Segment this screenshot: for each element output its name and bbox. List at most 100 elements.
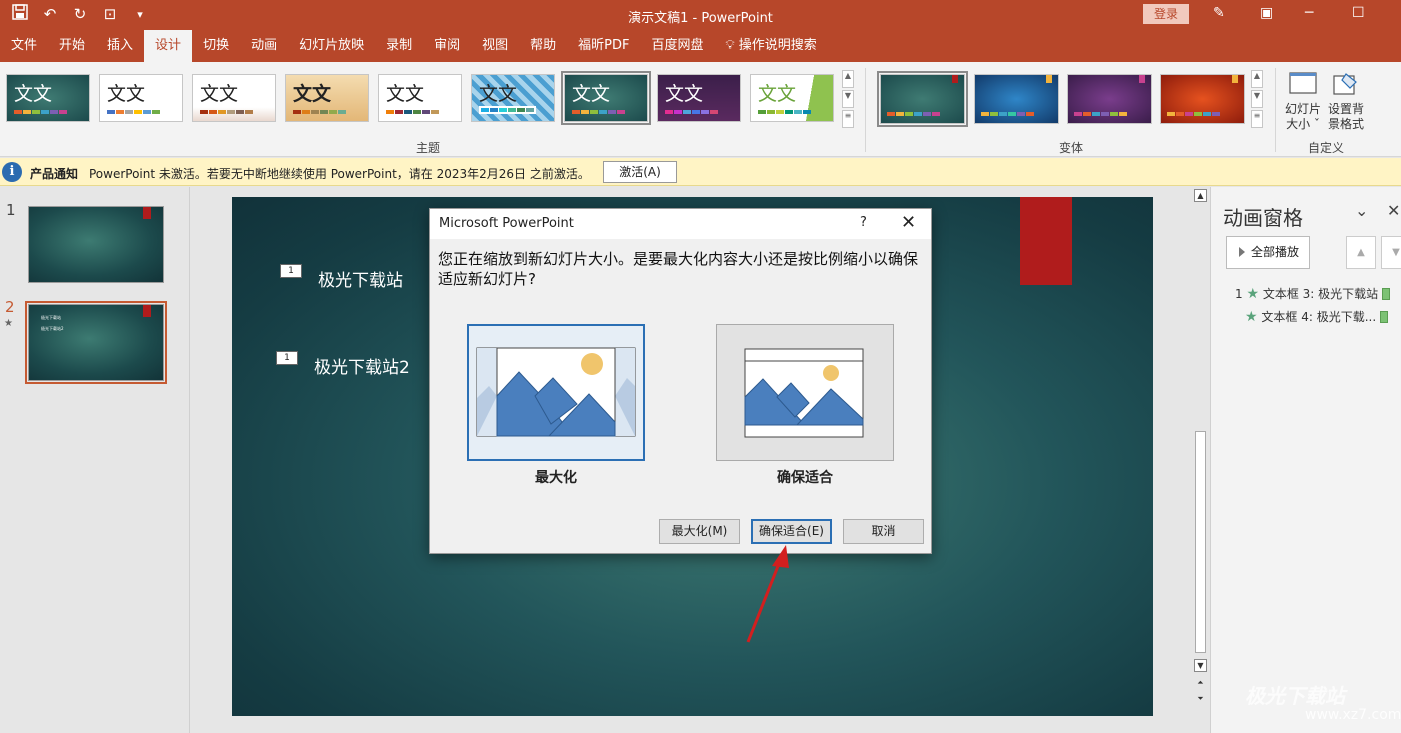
variant-thumbnail[interactable] [1160,74,1245,124]
maximize-icon[interactable]: ☐ [1352,5,1365,21]
notification-bar: i 产品通知 PowerPoint 未激活。若要无中断地继续使用 PowerPo… [0,158,1401,186]
theme-thumbnail[interactable]: 文文 [192,74,276,122]
tab-design[interactable]: 设计 [144,30,193,62]
format-background-icon [1333,73,1357,95]
animation-star-icon: ★ [4,318,13,329]
ensure-fit-option[interactable] [716,324,894,461]
maximize-option-label: 最大化 [535,470,577,486]
tab-animations[interactable]: 动画 [240,30,288,62]
maximize-option[interactable] [467,324,645,461]
variants-scroll-down[interactable]: ▼ [1251,90,1263,108]
login-button[interactable]: 登录 [1143,4,1189,24]
play-all-button[interactable]: 全部播放 [1226,236,1310,269]
ensure-fit-button[interactable]: 确保适合(E) [751,519,832,544]
theme-thumbnail[interactable]: 文文 [750,74,834,122]
scrollbar-thumb[interactable] [1195,431,1206,653]
theme-thumbnail[interactable]: 文文 [378,74,462,122]
info-icon: i [2,162,22,182]
ribbon-tabs: 文件 开始 插入 设计 切换 动画 幻灯片放映 录制 审阅 视图 帮助 福昕PD… [0,30,1401,62]
pane-options-chevron-icon[interactable]: ⌄ [1355,201,1368,220]
entrance-star-icon: ★ [1245,309,1258,325]
scroll-down-icon[interactable]: ▼ [1194,659,1207,672]
ensure-fit-illustration-icon [744,348,864,438]
ensure-fit-option-label: 确保适合 [777,470,833,486]
activate-button[interactable]: 激活(A) [603,161,677,183]
slide-size-button[interactable]: 幻灯片 大小 ˇ [1285,70,1321,132]
tab-view[interactable]: 视图 [471,30,519,62]
group-divider [865,68,866,152]
variant-thumbnail[interactable] [1067,74,1152,124]
animation-list-item[interactable]: ★ 文本框 4: 极光下载... [1245,308,1389,325]
tab-home[interactable]: 开始 [48,30,96,62]
theme-thumbnail[interactable]: 文文 [99,74,183,122]
timing-bar [1382,288,1391,300]
next-slide-icon[interactable]: ⏷ [1194,693,1207,706]
tab-transitions[interactable]: 切换 [192,30,240,62]
slide-thumbnail-2[interactable]: 极光下载站 极光下载站2 [28,304,164,381]
maximize-illustration-icon [476,347,636,437]
entrance-star-icon: ★ [1246,286,1260,302]
tab-baidu-netdisk[interactable]: 百度网盘 [641,30,715,62]
dialog-title: Microsoft PowerPoint [439,216,574,231]
minimize-icon[interactable]: ─ [1305,5,1313,21]
slide-thumbnails-pane: 1 2 ★ 极光下载站 极光下载站2 [0,187,190,733]
gallery-more[interactable]: ≡ [842,110,854,128]
tab-slideshow[interactable]: 幻灯片放映 [288,30,375,62]
tab-record[interactable]: 录制 [375,30,423,62]
cancel-button[interactable]: 取消 [843,519,924,544]
pane-close-icon[interactable]: ✕ [1387,201,1400,220]
ribbon-display-icon[interactable]: ▣ [1260,5,1273,21]
theme-thumbnail[interactable]: 文文 [285,74,369,122]
dialog-message: 您正在缩放到新幻灯片大小。是要最大化内容大小还是按比例缩小以确保适应新幻灯片? [438,250,919,288]
tell-me-search[interactable]: 💡︎ 操作说明搜索 [715,30,828,62]
theme-thumbnail[interactable]: 文文 [6,74,90,122]
lightbulb-icon: 💡︎ [725,38,735,53]
notification-message: PowerPoint 未激活。若要无中断地继续使用 PowerPoint，请在 … [89,167,590,181]
slide-text-box[interactable]: 极光下载站 [318,266,403,291]
gallery-scroll-up[interactable]: ▲ [842,70,854,88]
slide-size-icon [1289,72,1317,94]
ribbon: 文文 文文 文文 文文 文文 文文 文文 文文 文文 ▲ ▼ ≡ 主题 ▲ ▼ … [0,62,1401,157]
editor-vertical-scrollbar[interactable]: ▲ ▼ ⏶ ⏷ [1193,189,1208,709]
variant-thumbnail[interactable] [974,74,1059,124]
variant-thumbnail-selected[interactable] [877,71,968,127]
theme-thumbnail-selected[interactable]: 文文 [561,71,651,125]
slide-thumbnail-1[interactable] [28,206,164,283]
help-icon[interactable]: ? [860,215,867,230]
theme-thumbnail[interactable]: 文文 [471,74,555,122]
themes-group-label: 主题 [416,141,441,155]
tab-insert[interactable]: 插入 [96,30,144,62]
theme-thumbnail[interactable]: 文文 [657,74,741,122]
slide-number: 1 [6,201,16,219]
slide-accent-flag [1020,197,1072,285]
timing-bar [1380,311,1389,323]
group-divider [1275,68,1276,152]
notification-title: 产品通知 [30,167,79,181]
gallery-scroll-down[interactable]: ▼ [842,90,854,108]
previous-slide-icon[interactable]: ⏶ [1194,677,1207,690]
close-icon[interactable]: ✕ [901,212,916,233]
tab-foxit-pdf[interactable]: 福昕PDF [567,30,640,62]
title-bar: ↶ ↻ ⊡ ▾ 演示文稿1 - PowerPoint 登录 ✎ ▣ ─ ☐ [0,0,1401,30]
pen-icon[interactable]: ✎ [1213,5,1225,21]
variants-scroll-up[interactable]: ▲ [1251,70,1263,88]
slide-number: 2 [5,298,15,316]
move-up-button[interactable]: ▲ [1346,236,1376,269]
slide-text-box[interactable]: 极光下载站2 [314,353,410,378]
maximize-button[interactable]: 最大化(M) [659,519,740,544]
scroll-up-icon[interactable]: ▲ [1194,189,1207,202]
tab-file[interactable]: 文件 [0,30,48,62]
variants-more[interactable]: ≡ [1251,110,1263,128]
window-title: 演示文稿1 - PowerPoint [628,11,773,26]
watermark-logo-text: 极光下载站 [1245,684,1345,708]
tab-review[interactable]: 审阅 [423,30,471,62]
tab-help[interactable]: 帮助 [519,30,567,62]
format-background-button[interactable]: 设置背 景格式 [1328,70,1364,132]
move-down-button[interactable]: ▼ [1381,236,1401,269]
variants-group-label: 变体 [1059,141,1084,155]
animation-list-item[interactable]: 1 ★ 文本框 3: 极光下载站 [1235,285,1391,302]
animation-order-tag: 1 [280,264,302,278]
animation-pane-title: 动画窗格 [1223,206,1303,230]
watermark-url: www.xz7.com [1305,707,1401,723]
animation-pane: 动画窗格 ⌄ ✕ 全部播放 ▲ ▼ 1 ★ 文本框 3: 极光下载站 ★ 文本框… [1210,187,1401,733]
